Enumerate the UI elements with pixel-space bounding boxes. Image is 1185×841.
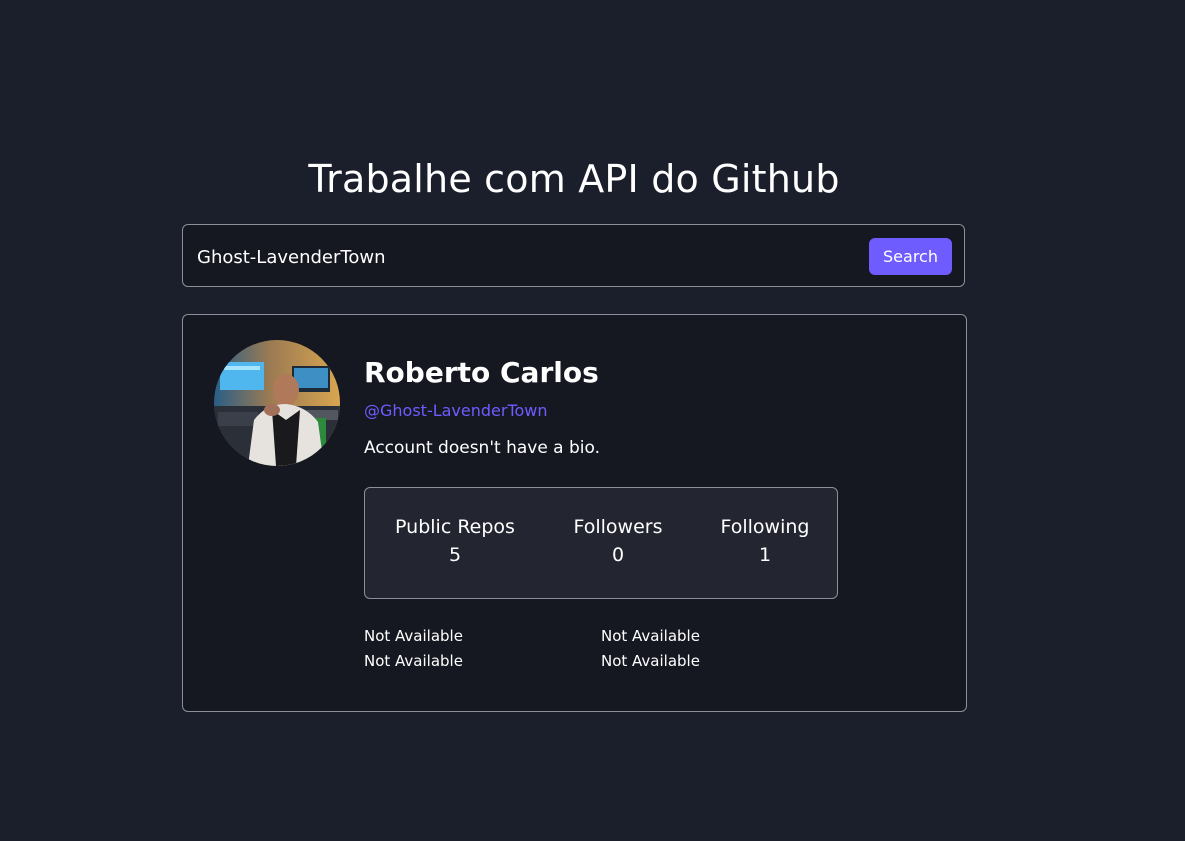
stat-following: Following 1 bbox=[706, 516, 824, 566]
profile-bio: Account doesn't have a bio. bbox=[364, 438, 601, 458]
stat-value: 1 bbox=[758, 544, 772, 566]
location-info: Not Available bbox=[364, 627, 463, 645]
stats-box: Public Repos 5 Followers 0 Following 1 bbox=[364, 487, 838, 599]
company-info: Not Available bbox=[601, 652, 700, 670]
search-bar: Search bbox=[182, 224, 965, 287]
stat-value: 5 bbox=[448, 544, 462, 566]
website-info: Not Available bbox=[364, 652, 463, 670]
avatar-photo bbox=[214, 340, 340, 466]
stat-label: Public Repos bbox=[395, 516, 515, 538]
search-button[interactable]: Search bbox=[869, 238, 952, 275]
profile-links: Not Available Not Available Not Availabl… bbox=[364, 627, 784, 679]
profile-name: Roberto Carlos bbox=[364, 356, 599, 389]
stat-label: Followers bbox=[573, 516, 663, 538]
twitter-info: Not Available bbox=[601, 627, 700, 645]
avatar bbox=[214, 340, 340, 466]
stat-followers: Followers 0 bbox=[557, 516, 679, 566]
stat-public-repos: Public Repos 5 bbox=[383, 516, 527, 566]
stat-label: Following bbox=[720, 516, 810, 538]
profile-card: Roberto Carlos @Ghost-LavenderTown Accou… bbox=[182, 314, 967, 712]
page-title: Trabalhe com API do Github bbox=[308, 157, 840, 201]
profile-login-link[interactable]: @Ghost-LavenderTown bbox=[364, 401, 548, 420]
stat-value: 0 bbox=[611, 544, 625, 566]
search-input[interactable] bbox=[195, 239, 859, 275]
